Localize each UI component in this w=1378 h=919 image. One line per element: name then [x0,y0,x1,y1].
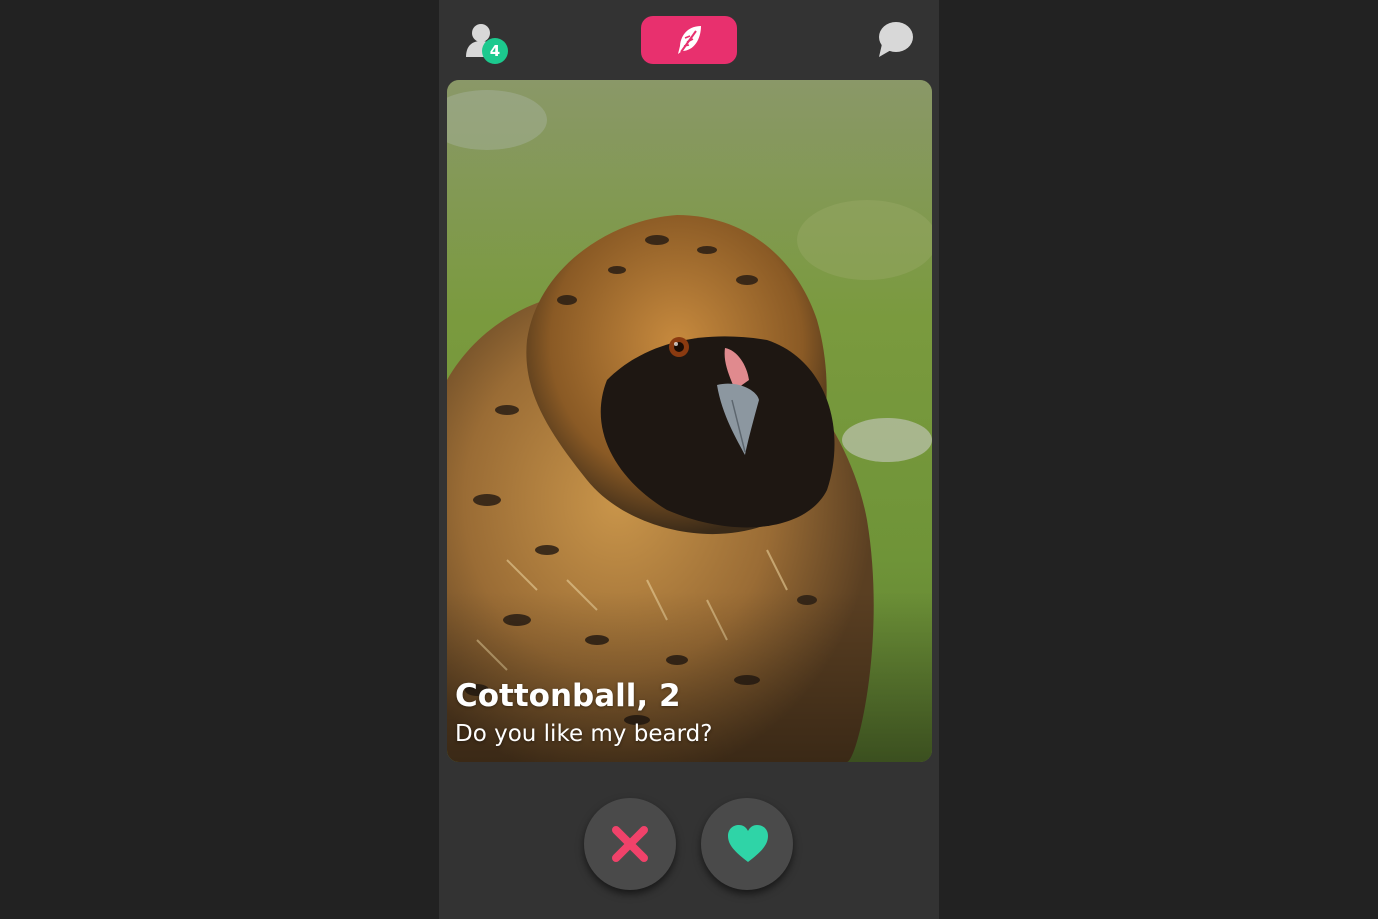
profile-name-age: Cottonball, 2 [455,678,681,714]
heart-icon [728,825,768,862]
app-panel: 4 Cottonball, 2 Do you like my beard? [439,0,939,919]
feather-icon [678,26,701,54]
speech-bubble-icon [879,22,913,57]
profile-button[interactable]: 4 [461,20,509,66]
profile-card[interactable]: Cottonball, 2 Do you like my beard? [447,80,932,762]
messages-button[interactable] [877,20,917,60]
top-bar: 4 [439,0,939,80]
dislike-button[interactable] [584,798,676,890]
match-count-badge: 4 [482,38,508,64]
profile-bio: Do you like my beard? [455,721,713,747]
profile-photo [447,80,932,762]
x-icon [612,826,648,862]
like-button[interactable] [701,798,793,890]
home-logo-button[interactable] [641,16,737,64]
profile-info: Cottonball, 2 Do you like my beard? [455,676,712,752]
